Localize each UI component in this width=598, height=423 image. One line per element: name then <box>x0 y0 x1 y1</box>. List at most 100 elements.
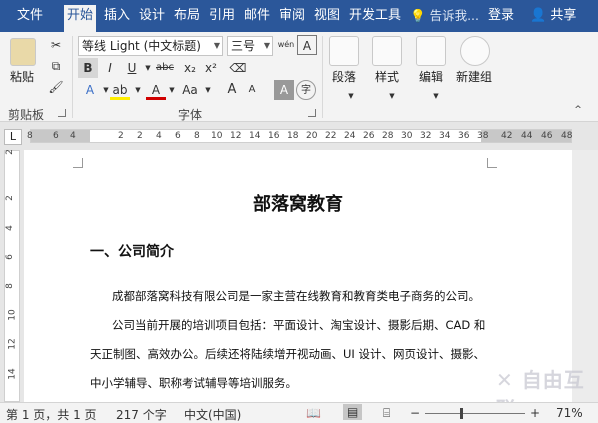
ruler-tick-label: 2 <box>137 131 143 141</box>
bold-button[interactable]: B <box>78 58 98 78</box>
clipboard-launcher-icon[interactable] <box>58 109 66 117</box>
paste-icon[interactable] <box>10 38 36 66</box>
vruler-tick-label: 8 <box>4 283 15 289</box>
tab-layout[interactable]: 布局 <box>171 5 203 27</box>
superscript-button[interactable]: x² <box>201 58 221 78</box>
zoom-slider-thumb[interactable] <box>460 408 463 419</box>
ruler-tick-label: 32 <box>420 131 432 141</box>
chevron-down-icon[interactable]: ▼ <box>128 80 148 100</box>
font-name-combo[interactable]: 等线 Light (中文标题) ▼ <box>78 36 223 56</box>
enclose-char-icon[interactable]: 字 <box>296 80 316 100</box>
ruler-tick-label: 6 <box>175 131 181 141</box>
shrink-font-button[interactable]: A <box>242 80 262 100</box>
language-indicator[interactable]: 中文(中国) <box>184 406 241 423</box>
ruler-tick-label: 14 <box>249 131 261 141</box>
font-size-value: 三号 <box>231 39 256 53</box>
ruler-tick-label: 4 <box>70 131 76 141</box>
tab-file[interactable]: 文件 <box>14 5 46 27</box>
italic-button[interactable]: I <box>100 58 120 78</box>
divider <box>322 36 323 118</box>
clear-format-icon[interactable]: ⌫ <box>228 58 248 78</box>
highlight-icon[interactable]: ab <box>110 80 130 100</box>
vruler-tick-label: 6 <box>4 254 15 260</box>
tab-developer[interactable]: 开发工具 <box>346 5 404 27</box>
web-layout-icon[interactable]: ⌸ <box>383 406 390 421</box>
ruler-tick-label: 38 <box>477 131 489 141</box>
paragraph-line: 公司当前开展的培训项目包括：平面设计、淘宝设计、摄影后期、CAD 和 <box>112 318 486 332</box>
zoom-in-button[interactable]: + <box>530 406 540 420</box>
new-group-icon[interactable] <box>460 36 490 66</box>
horizontal-ruler[interactable]: 8 6 4 2 2 4 6 8 10 12 14 16 18 20 22 24 26 28 30 32 34 36 38 42… <box>27 129 572 143</box>
strikethrough-button[interactable]: abc <box>155 58 175 78</box>
new-group-button[interactable]: 新建组 <box>456 68 492 85</box>
ruler-tick-label: 8 <box>27 131 33 141</box>
ruler-tick-label: 12 <box>230 131 242 141</box>
copy-icon[interactable]: ⧉ <box>46 56 66 76</box>
tab-design[interactable]: 设计 <box>136 5 168 27</box>
vertical-ruler: 2 2 4 6 8 10 12 14 <box>4 149 20 402</box>
tab-home[interactable]: 开始 <box>64 5 97 32</box>
chevron-down-icon[interactable]: ▼ <box>382 86 402 106</box>
chevron-down-icon[interactable]: ▼ <box>198 80 218 100</box>
styles-icon[interactable] <box>372 36 402 66</box>
document-page[interactable]: 部落窝教育 一、公司简介 成都部落窝科技有限公司是一家主营在线教育和教育类电子商… <box>24 150 572 402</box>
ruler-tick-label: 20 <box>306 131 318 141</box>
chevron-down-icon: ▼ <box>263 41 270 50</box>
styles-button[interactable]: 样式 <box>375 68 399 85</box>
subscript-button[interactable]: x₂ <box>180 58 200 78</box>
ruler-tick-label: 10 <box>211 131 223 141</box>
tab-references[interactable]: 引用 <box>206 5 238 27</box>
paragraph-button[interactable]: 段落 <box>332 68 356 85</box>
horizontal-ruler-row: L 8 6 4 2 2 4 6 8 10 12 14 16 18 20 22 24 26 28 30 32 34 36 38… <box>0 123 598 147</box>
ruler-margin-left <box>31 130 90 142</box>
zoom-out-button[interactable]: − <box>410 406 420 420</box>
group-label-clipboard: 剪贴板 <box>8 108 45 122</box>
ruler-tick-label: 22 <box>325 131 337 141</box>
print-layout-icon[interactable]: ▤ <box>343 404 363 420</box>
document-title: 部落窝教育 <box>253 194 343 215</box>
paragraph-line: 中小学辅导、职称考试辅导等培训服务。 <box>90 376 297 390</box>
vruler-tick-label: 14 <box>7 368 18 380</box>
share-button[interactable]: 👤 共享 <box>530 5 576 27</box>
editing-button[interactable]: 编辑 <box>419 68 443 85</box>
font-launcher-icon[interactable] <box>308 109 316 117</box>
phonetic-guide-icon[interactable]: wén <box>276 35 296 55</box>
chevron-down-icon[interactable]: ▼ <box>162 80 182 100</box>
tab-selector[interactable]: L <box>4 129 22 145</box>
chevron-down-icon[interactable]: ▼ <box>341 86 361 106</box>
tell-me-box[interactable]: 💡 告诉我... <box>410 5 479 27</box>
vruler-tick-label: 2 <box>4 149 15 155</box>
divider <box>72 36 73 118</box>
font-name-value: 等线 Light (中文标题) <box>82 39 201 53</box>
chevron-down-icon[interactable]: ▼ <box>426 86 446 106</box>
vruler-tick-label: 12 <box>7 338 18 350</box>
zoom-level[interactable]: 71% <box>556 406 583 420</box>
search-icon[interactable] <box>416 36 446 66</box>
tab-view[interactable]: 视图 <box>311 5 343 27</box>
ruler-tick-label: 18 <box>287 131 299 141</box>
change-case-button[interactable]: Aa <box>180 80 200 100</box>
vruler-tick-label: 4 <box>4 225 15 231</box>
ruler-tick-label: 4 <box>156 131 162 141</box>
collapse-ribbon-icon[interactable]: ^ <box>568 100 588 120</box>
read-mode-icon[interactable]: 📖 <box>306 406 321 420</box>
tab-mailings[interactable]: 邮件 <box>241 5 273 27</box>
login-button[interactable]: 登录 <box>488 5 514 27</box>
char-shading-icon[interactable]: A <box>274 80 294 100</box>
format-painter-icon[interactable]: 🖌 <box>46 77 66 97</box>
ruler-tick-label: 28 <box>382 131 394 141</box>
grow-font-button[interactable]: A <box>222 80 242 100</box>
margin-mark <box>487 158 497 168</box>
char-border-icon[interactable]: A <box>297 35 317 55</box>
word-count[interactable]: 217 个字 <box>116 406 167 423</box>
zoom-slider[interactable] <box>425 413 525 414</box>
page-count[interactable]: 第 1 页，共 1 页 <box>6 406 97 423</box>
tab-insert[interactable]: 插入 <box>101 5 133 27</box>
tab-review[interactable]: 审阅 <box>276 5 308 27</box>
font-size-combo[interactable]: 三号 ▼ <box>227 36 273 56</box>
cut-icon[interactable]: ✂ <box>46 35 66 55</box>
ruler-tick-label: 42 <box>501 131 513 141</box>
paragraph-icon[interactable] <box>329 36 359 66</box>
x-logo-icon: ✕ <box>496 368 522 392</box>
paste-button[interactable]: 粘贴 <box>10 68 34 85</box>
